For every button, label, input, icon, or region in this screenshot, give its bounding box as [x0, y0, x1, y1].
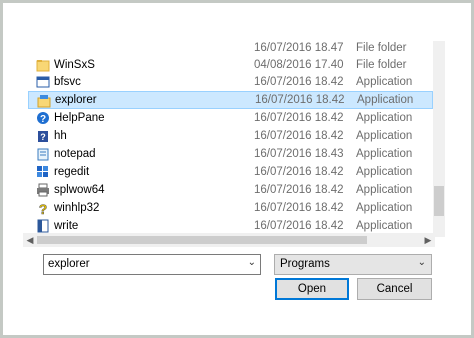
svg-text:?: ? [40, 114, 46, 125]
file-date: 16/07/2016 18.42 [255, 94, 345, 106]
folder-icon [36, 60, 50, 72]
file-name: splwow64 [54, 184, 105, 196]
file-type: Application [356, 220, 413, 232]
svg-text:?: ? [39, 201, 48, 215]
filename-input[interactable]: explorer ⌄ [43, 254, 261, 275]
file-date: 16/07/2016 18.42 [254, 202, 344, 214]
open-file-dialog: 16/07/2016 18.47 File folder WinSxS 04/0… [0, 0, 474, 338]
scroll-left-icon[interactable]: ◀ [23, 233, 37, 247]
file-type: Application [356, 148, 413, 160]
file-date: 16/07/2016 18.42 [254, 184, 344, 196]
file-name: bfsvc [54, 76, 81, 88]
file-date: 16/07/2016 18.42 [254, 112, 344, 124]
file-date: 16/07/2016 18.42 [254, 220, 344, 232]
vertical-scroll-thumb[interactable] [434, 186, 444, 216]
file-date: 04/08/2016 17.40 [254, 59, 344, 71]
regedit-icon [37, 166, 48, 177]
file-row-partial[interactable]: 16/07/2016 18.47 File folder [28, 39, 433, 57]
file-date: 16/07/2016 18.42 [254, 130, 344, 142]
file-name: explorer [55, 94, 97, 106]
file-name: WinSxS [54, 59, 95, 71]
cancel-button[interactable]: Cancel [357, 278, 432, 300]
vertical-scrollbar[interactable] [433, 41, 445, 237]
filetype-value: Programs [280, 258, 330, 270]
help-icon: ? [37, 112, 49, 125]
file-type: Application [356, 202, 413, 214]
chevron-down-icon[interactable]: ⌄ [248, 257, 256, 268]
filetype-select[interactable]: Programs ⌄ [274, 254, 432, 275]
file-row-hh[interactable]: ? hh 16/07/2016 18.42 Application [28, 127, 433, 145]
file-type: Application [356, 166, 413, 178]
file-row-explorer[interactable]: explorer 16/07/2016 18.42 Application [28, 91, 433, 109]
file-name: write [54, 220, 79, 232]
file-name: winhlp32 [54, 202, 100, 214]
explorer-icon [37, 95, 51, 108]
file-row-winsxs[interactable]: WinSxS 04/08/2016 17.40 File folder [28, 56, 433, 74]
file-type: Application [356, 184, 413, 196]
file-date: 16/07/2016 18.47 [254, 42, 344, 54]
file-date: 16/07/2016 18.42 [254, 76, 344, 88]
app-icon [36, 76, 50, 88]
file-type: Application [357, 94, 414, 106]
help-book-icon: ? [38, 131, 48, 142]
file-row-winhlp32[interactable]: ? winhlp32 16/07/2016 18.42 Application [28, 199, 433, 217]
file-date: 16/07/2016 18.42 [254, 166, 344, 178]
file-type: Application [356, 76, 413, 88]
file-name: notepad [54, 148, 96, 160]
help-question-icon: ? [38, 201, 48, 215]
file-row-splwow64[interactable]: splwow64 16/07/2016 18.42 Application [28, 181, 433, 199]
file-list: 16/07/2016 18.47 File folder WinSxS 04/0… [23, 37, 433, 233]
file-type: Application [356, 112, 413, 124]
file-name: hh [54, 130, 67, 142]
file-row-notepad[interactable]: notepad 16/07/2016 18.43 Application [28, 145, 433, 163]
svg-text:?: ? [40, 132, 46, 142]
horizontal-scrollbar[interactable]: ◀ ▶ [23, 233, 435, 247]
file-row-write[interactable]: write 16/07/2016 18.42 Application [28, 217, 433, 233]
scroll-right-icon[interactable]: ▶ [421, 233, 435, 247]
chevron-down-icon[interactable]: ⌄ [418, 257, 426, 268]
filename-value: explorer [48, 258, 90, 270]
file-date: 16/07/2016 18.43 [254, 148, 344, 160]
file-type: File folder [356, 59, 407, 71]
file-row-regedit[interactable]: regedit 16/07/2016 18.42 Application [28, 163, 433, 181]
open-button[interactable]: Open [275, 278, 349, 300]
file-name: regedit [54, 166, 90, 178]
file-row-bfsvc[interactable]: bfsvc 16/07/2016 18.42 Application [28, 73, 433, 91]
file-type: File folder [356, 42, 407, 54]
file-type: Application [356, 130, 413, 142]
notepad-icon [37, 148, 49, 161]
file-name: HelpPane [54, 112, 105, 124]
write-icon [37, 219, 49, 233]
file-row-helppane[interactable]: ? HelpPane 16/07/2016 18.42 Application [28, 109, 433, 127]
horizontal-scroll-thumb[interactable] [37, 236, 367, 244]
printer-icon [37, 183, 49, 197]
